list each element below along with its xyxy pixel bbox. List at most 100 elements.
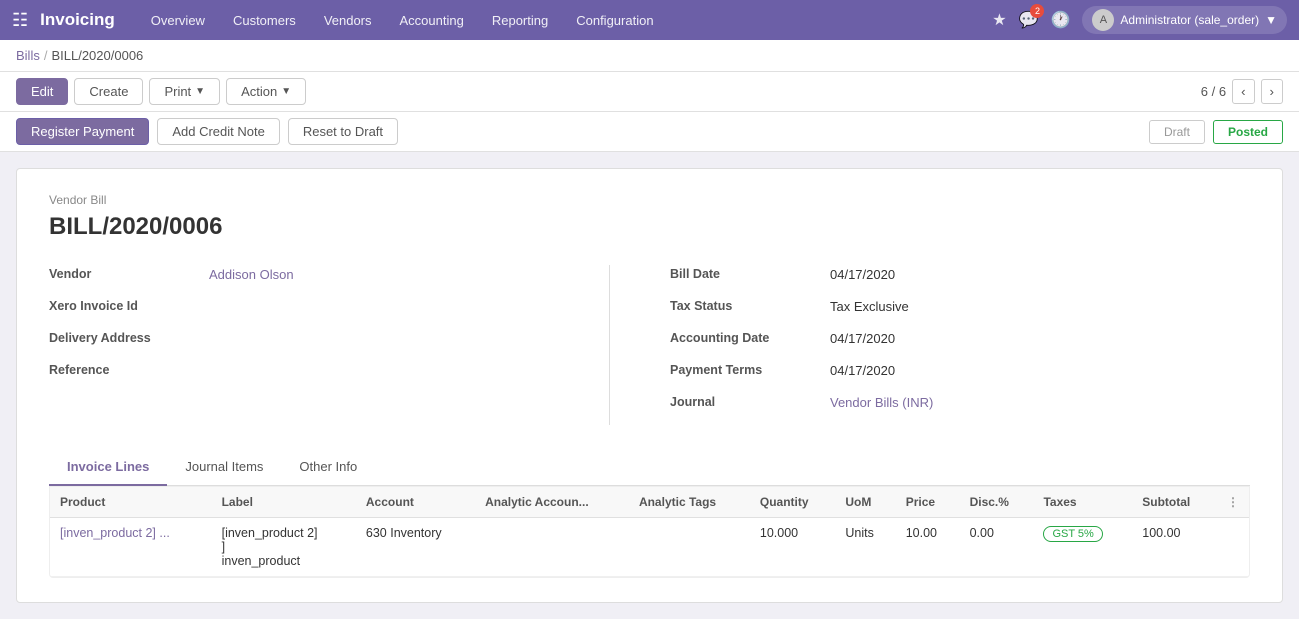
add-credit-note-button[interactable]: Add Credit Note bbox=[157, 118, 280, 145]
delivery-label: Delivery Address bbox=[49, 329, 209, 345]
fields-left: Vendor Addison Olson Xero Invoice Id Del… bbox=[49, 265, 549, 425]
table-row: [inven_product 2] ... [inven_product 2] … bbox=[50, 518, 1249, 577]
nav-right: ★ 💬 2 🕐 A Administrator (sale_order) ▼ bbox=[992, 6, 1287, 34]
breadcrumb-separator: / bbox=[44, 48, 48, 63]
pagination-info: 6 / 6 bbox=[1201, 84, 1226, 99]
print-dropdown-icon: ▼ bbox=[195, 86, 205, 97]
col-header-analytic-tags: Analytic Tags bbox=[629, 487, 750, 518]
tabs: Invoice Lines Journal Items Other Info bbox=[49, 449, 1250, 486]
xero-field-row: Xero Invoice Id bbox=[49, 297, 549, 325]
col-header-label: Label bbox=[212, 487, 356, 518]
prev-record-button[interactable]: ‹ bbox=[1232, 79, 1254, 104]
clock-icon[interactable]: 🕐 bbox=[1050, 10, 1070, 30]
grid-icon[interactable]: ☷ bbox=[12, 10, 28, 31]
payment-terms-field-row: Payment Terms 04/17/2020 bbox=[670, 361, 1250, 389]
quantity-cell[interactable]: 10.000 bbox=[750, 518, 835, 577]
bill-date-value[interactable]: 04/17/2020 bbox=[830, 265, 1250, 282]
tab-invoice-lines[interactable]: Invoice Lines bbox=[49, 449, 167, 486]
tab-journal-items[interactable]: Journal Items bbox=[167, 449, 281, 486]
delivery-field-row: Delivery Address bbox=[49, 329, 549, 357]
nav-customers[interactable]: Customers bbox=[221, 9, 308, 32]
nav-accounting[interactable]: Accounting bbox=[388, 9, 476, 32]
document-type: Vendor Bill bbox=[49, 193, 1250, 207]
xero-value[interactable] bbox=[209, 297, 549, 299]
col-header-product: Product bbox=[50, 487, 212, 518]
toolbar: Edit Create Print ▼ Action ▼ 6 / 6 ‹ › bbox=[0, 72, 1299, 112]
user-avatar: A bbox=[1092, 9, 1114, 31]
tax-status-field-row: Tax Status Tax Exclusive bbox=[670, 297, 1250, 325]
col-header-analytic-account: Analytic Accoun... bbox=[475, 487, 629, 518]
nav-menu: Overview Customers Vendors Accounting Re… bbox=[139, 9, 992, 32]
col-header-uom: UoM bbox=[835, 487, 895, 518]
uom-cell[interactable]: Units bbox=[835, 518, 895, 577]
document-number: BILL/2020/0006 bbox=[49, 213, 1250, 241]
vendor-value[interactable]: Addison Olson bbox=[209, 265, 549, 282]
label-cell[interactable]: [inven_product 2] ] inven_product bbox=[212, 518, 356, 577]
status-draft: Draft bbox=[1149, 120, 1205, 144]
user-label: Administrator (sale_order) bbox=[1120, 13, 1259, 27]
register-payment-button[interactable]: Register Payment bbox=[16, 118, 149, 145]
reset-to-draft-button[interactable]: Reset to Draft bbox=[288, 118, 398, 145]
journal-value[interactable]: Vendor Bills (INR) bbox=[830, 393, 1250, 410]
taxes-cell[interactable]: GST 5% bbox=[1033, 518, 1132, 577]
breadcrumb-parent[interactable]: Bills bbox=[16, 48, 40, 63]
bill-date-label: Bill Date bbox=[670, 265, 830, 281]
fields-right: Bill Date 04/17/2020 Tax Status Tax Excl… bbox=[670, 265, 1250, 425]
tab-other-info[interactable]: Other Info bbox=[281, 449, 375, 486]
product-cell[interactable]: [inven_product 2] ... bbox=[50, 518, 212, 577]
gst-badge: GST 5% bbox=[1043, 526, 1102, 542]
status-bar: Register Payment Add Credit Note Reset t… bbox=[0, 112, 1299, 152]
vendor-field-row: Vendor Addison Olson bbox=[49, 265, 549, 293]
edit-button[interactable]: Edit bbox=[16, 78, 68, 105]
col-header-account: Account bbox=[356, 487, 475, 518]
next-record-button[interactable]: › bbox=[1261, 79, 1283, 104]
nav-configuration[interactable]: Configuration bbox=[564, 9, 665, 32]
row-menu[interactable] bbox=[1217, 518, 1249, 577]
bill-date-field-row: Bill Date 04/17/2020 bbox=[670, 265, 1250, 293]
breadcrumb: Bills / BILL/2020/0006 bbox=[0, 40, 1299, 72]
main-content: Vendor Bill BILL/2020/0006 Vendor Addiso… bbox=[0, 152, 1299, 619]
account-cell[interactable]: 630 Inventory bbox=[356, 518, 475, 577]
top-navigation: ☷ Invoicing Overview Customers Vendors A… bbox=[0, 0, 1299, 40]
action-button[interactable]: Action ▼ bbox=[226, 78, 306, 105]
create-button[interactable]: Create bbox=[74, 78, 143, 105]
xero-label: Xero Invoice Id bbox=[49, 297, 209, 313]
tax-status-label: Tax Status bbox=[670, 297, 830, 313]
toolbar-right: 6 / 6 ‹ › bbox=[1201, 79, 1283, 104]
col-header-quantity: Quantity bbox=[750, 487, 835, 518]
chat-badge: 2 bbox=[1030, 4, 1044, 18]
reference-value[interactable] bbox=[209, 361, 549, 363]
subtotal-cell: 100.00 bbox=[1132, 518, 1217, 577]
delivery-value[interactable] bbox=[209, 329, 549, 331]
user-menu[interactable]: A Administrator (sale_order) ▼ bbox=[1082, 6, 1287, 34]
document-card: Vendor Bill BILL/2020/0006 Vendor Addiso… bbox=[16, 168, 1283, 603]
app-title: Invoicing bbox=[40, 10, 115, 30]
analytic-account-cell[interactable] bbox=[475, 518, 629, 577]
status-posted: Posted bbox=[1213, 120, 1283, 144]
chat-icon-wrapper[interactable]: 💬 2 bbox=[1019, 10, 1039, 30]
nav-vendors[interactable]: Vendors bbox=[312, 9, 384, 32]
user-dropdown-icon: ▼ bbox=[1265, 13, 1277, 27]
breadcrumb-current: BILL/2020/0006 bbox=[51, 48, 143, 63]
action-dropdown-icon: ▼ bbox=[281, 86, 291, 97]
nav-reporting[interactable]: Reporting bbox=[480, 9, 560, 32]
analytic-tags-cell[interactable] bbox=[629, 518, 750, 577]
col-header-subtotal: Subtotal bbox=[1132, 487, 1217, 518]
payment-terms-value[interactable]: 04/17/2020 bbox=[830, 361, 1250, 378]
fields-divider bbox=[609, 265, 610, 425]
col-header-price: Price bbox=[896, 487, 960, 518]
document-fields: Vendor Addison Olson Xero Invoice Id Del… bbox=[49, 265, 1250, 425]
star-icon[interactable]: ★ bbox=[992, 10, 1006, 30]
accounting-date-label: Accounting Date bbox=[670, 329, 830, 345]
accounting-date-field-row: Accounting Date 04/17/2020 bbox=[670, 329, 1250, 357]
disc-cell[interactable]: 0.00 bbox=[960, 518, 1034, 577]
col-header-disc: Disc.% bbox=[960, 487, 1034, 518]
price-cell[interactable]: 10.00 bbox=[896, 518, 960, 577]
reference-field-row: Reference bbox=[49, 361, 549, 389]
print-button[interactable]: Print ▼ bbox=[149, 78, 220, 105]
payment-terms-label: Payment Terms bbox=[670, 361, 830, 377]
accounting-date-value[interactable]: 04/17/2020 bbox=[830, 329, 1250, 346]
tax-status-value[interactable]: Tax Exclusive bbox=[830, 297, 1250, 314]
col-menu-icon[interactable]: ⋮ bbox=[1217, 487, 1249, 518]
nav-overview[interactable]: Overview bbox=[139, 9, 217, 32]
